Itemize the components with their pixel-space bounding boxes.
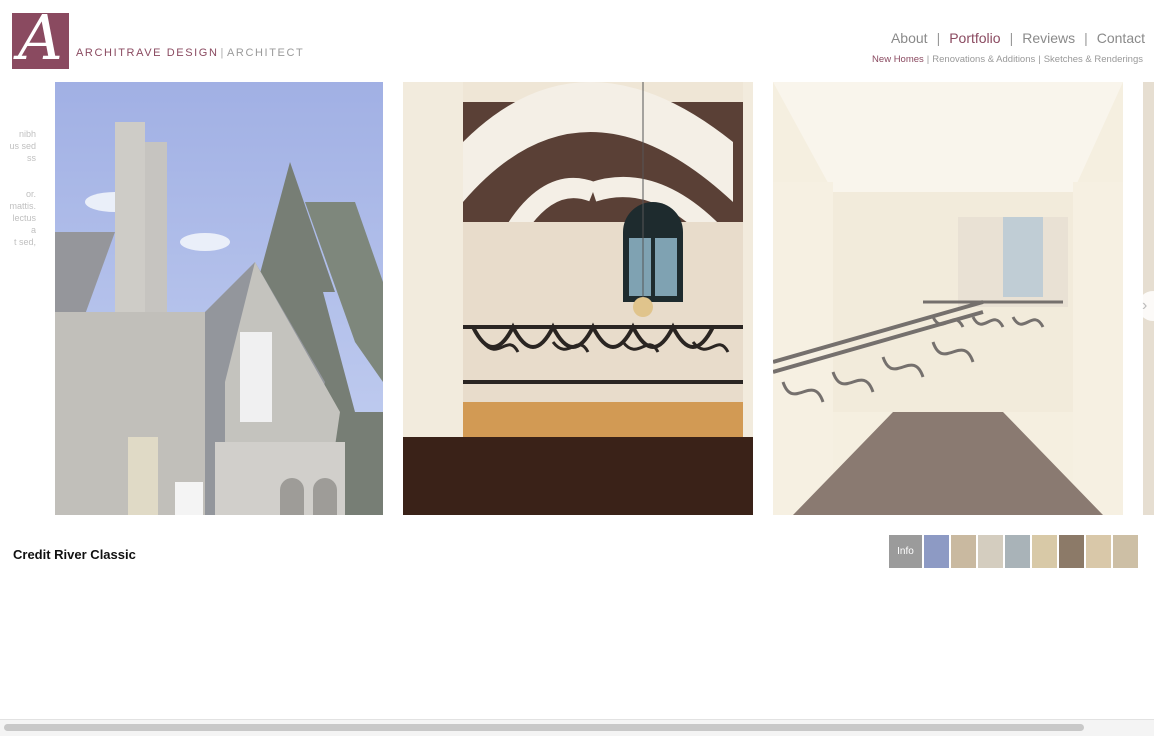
- description-line: t sed,: [13, 237, 36, 247]
- logo-letter: A: [18, 13, 63, 69]
- description-line: us sed: [9, 141, 36, 151]
- description-line: [0, 176, 36, 188]
- description-line: lectus: [12, 213, 36, 223]
- thumbnail[interactable]: [1059, 535, 1084, 568]
- thumbnail[interactable]: [1113, 535, 1138, 568]
- logo-text: ARCHITRAVE DESIGN | ARCHITECT: [76, 47, 304, 59]
- site-logo[interactable]: A ARCHITRAVE DESIGN | ARCHITECT: [12, 13, 304, 69]
- staircase-photo: [403, 82, 753, 515]
- description-line: ss: [27, 153, 36, 163]
- subnav-new-homes[interactable]: New Homes: [872, 54, 924, 65]
- brand-name: ARCHITRAVE DESIGN: [76, 47, 219, 59]
- subnav-separator: |: [926, 54, 930, 65]
- description-line: a: [30, 225, 36, 235]
- thumbnail[interactable]: [1032, 535, 1057, 568]
- thumbnail[interactable]: [1086, 535, 1111, 568]
- gallery-slide-hallway[interactable]: [773, 82, 1123, 515]
- horizontal-scrollbar[interactable]: [0, 719, 1154, 736]
- main-nav: About | Portfolio | Reviews | Contact: [891, 30, 1145, 46]
- thumbnail-strip: Info: [889, 535, 1138, 568]
- brand-separator: |: [220, 47, 225, 59]
- nav-separator: |: [936, 30, 941, 46]
- project-description-clipped: nibh us sed ss or. mattis. lectus a t se…: [0, 128, 36, 248]
- nav-separator: |: [1084, 30, 1088, 46]
- description-line: nibh: [18, 129, 36, 139]
- logo-mark: A: [12, 13, 69, 69]
- thumbnail[interactable]: [951, 535, 976, 568]
- nav-reviews[interactable]: Reviews: [1022, 30, 1075, 46]
- description-line: or.: [25, 189, 36, 199]
- brand-sub: ARCHITECT: [226, 47, 305, 59]
- subnav-separator: |: [1038, 54, 1041, 65]
- info-button[interactable]: Info: [889, 535, 922, 568]
- portfolio-subnav: New Homes | Renovations & Additions | Sk…: [872, 54, 1143, 65]
- gallery-slide-exterior[interactable]: [55, 82, 383, 515]
- description-line: mattis.: [9, 201, 36, 211]
- project-title: Credit River Classic: [13, 547, 136, 562]
- nav-contact[interactable]: Contact: [1097, 30, 1145, 46]
- nav-separator: |: [1009, 30, 1014, 46]
- thumbnail[interactable]: [924, 535, 949, 568]
- chevron-right-icon[interactable]: ›: [1138, 291, 1154, 321]
- subnav-sketches[interactable]: Sketches & Renderings: [1044, 54, 1143, 65]
- description-line: [0, 164, 36, 176]
- exterior-photo: [55, 82, 383, 515]
- nav-about[interactable]: About: [891, 30, 928, 46]
- scrollbar-thumb[interactable]: [4, 724, 1084, 731]
- thumbnail[interactable]: [1005, 535, 1030, 568]
- gallery-slide-staircase[interactable]: [403, 82, 753, 515]
- hallway-photo: [773, 82, 1123, 515]
- subnav-renovations[interactable]: Renovations & Additions: [932, 54, 1035, 65]
- thumbnail[interactable]: [978, 535, 1003, 568]
- nav-portfolio[interactable]: Portfolio: [949, 30, 1000, 46]
